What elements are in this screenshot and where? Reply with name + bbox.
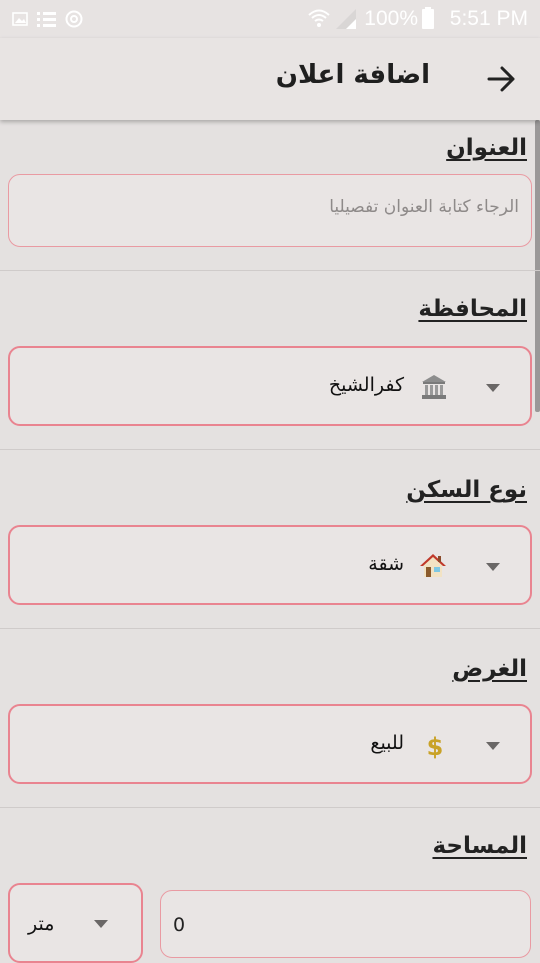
purpose-value: للبيع [370,732,404,754]
purpose-dropdown[interactable]: $ للبيع [8,704,532,784]
clock: 5:51 PM [449,7,528,30]
arrow-right-icon[interactable] [484,62,518,96]
image-icon [12,12,28,26]
chevron-down-icon [94,920,108,928]
app-bar: اضافة اعلان [0,38,540,120]
bank-icon [422,375,446,399]
list-icon [37,12,56,27]
governorate-value: كفرالشيخ [328,374,404,396]
status-bar: 100% 5:51 PM [0,0,540,38]
area-value: 0 [173,914,186,936]
chevron-down-icon [486,742,500,750]
title-placeholder: الرجاء كتابة العنوان تفصيليا [329,197,519,217]
area-input[interactable]: 0 [160,890,531,958]
housing-type-value: شقة [368,553,404,575]
svg-text:$: $ [427,733,444,759]
governorate-dropdown[interactable]: كفرالشيخ [8,346,532,426]
scrollbar[interactable] [535,120,540,412]
title-label: العنوان [446,135,527,161]
area-unit-dropdown[interactable]: متر [8,883,143,963]
signal-icon [336,9,356,29]
divider [0,449,540,450]
battery-icon [422,7,434,29]
house-icon [420,554,446,577]
area-label: المساحة [432,833,527,859]
purpose-label: الغرض [452,656,527,682]
divider [0,270,540,271]
divider [0,807,540,808]
battery-percent: 100% [364,7,418,30]
wifi-icon [308,9,330,27]
chevron-down-icon [486,563,500,571]
governorate-label: المحافظة [418,296,527,322]
area-unit-value: متر [28,913,55,935]
sync-icon [65,10,83,28]
page-title: اضافة اعلان [275,60,430,90]
chevron-down-icon [486,384,500,392]
title-input[interactable]: الرجاء كتابة العنوان تفصيليا [8,174,532,247]
divider [0,628,540,629]
dollar-icon: $ [427,733,444,759]
housing-type-label: نوع السكن [406,477,527,503]
housing-type-dropdown[interactable]: شقة [8,525,532,605]
